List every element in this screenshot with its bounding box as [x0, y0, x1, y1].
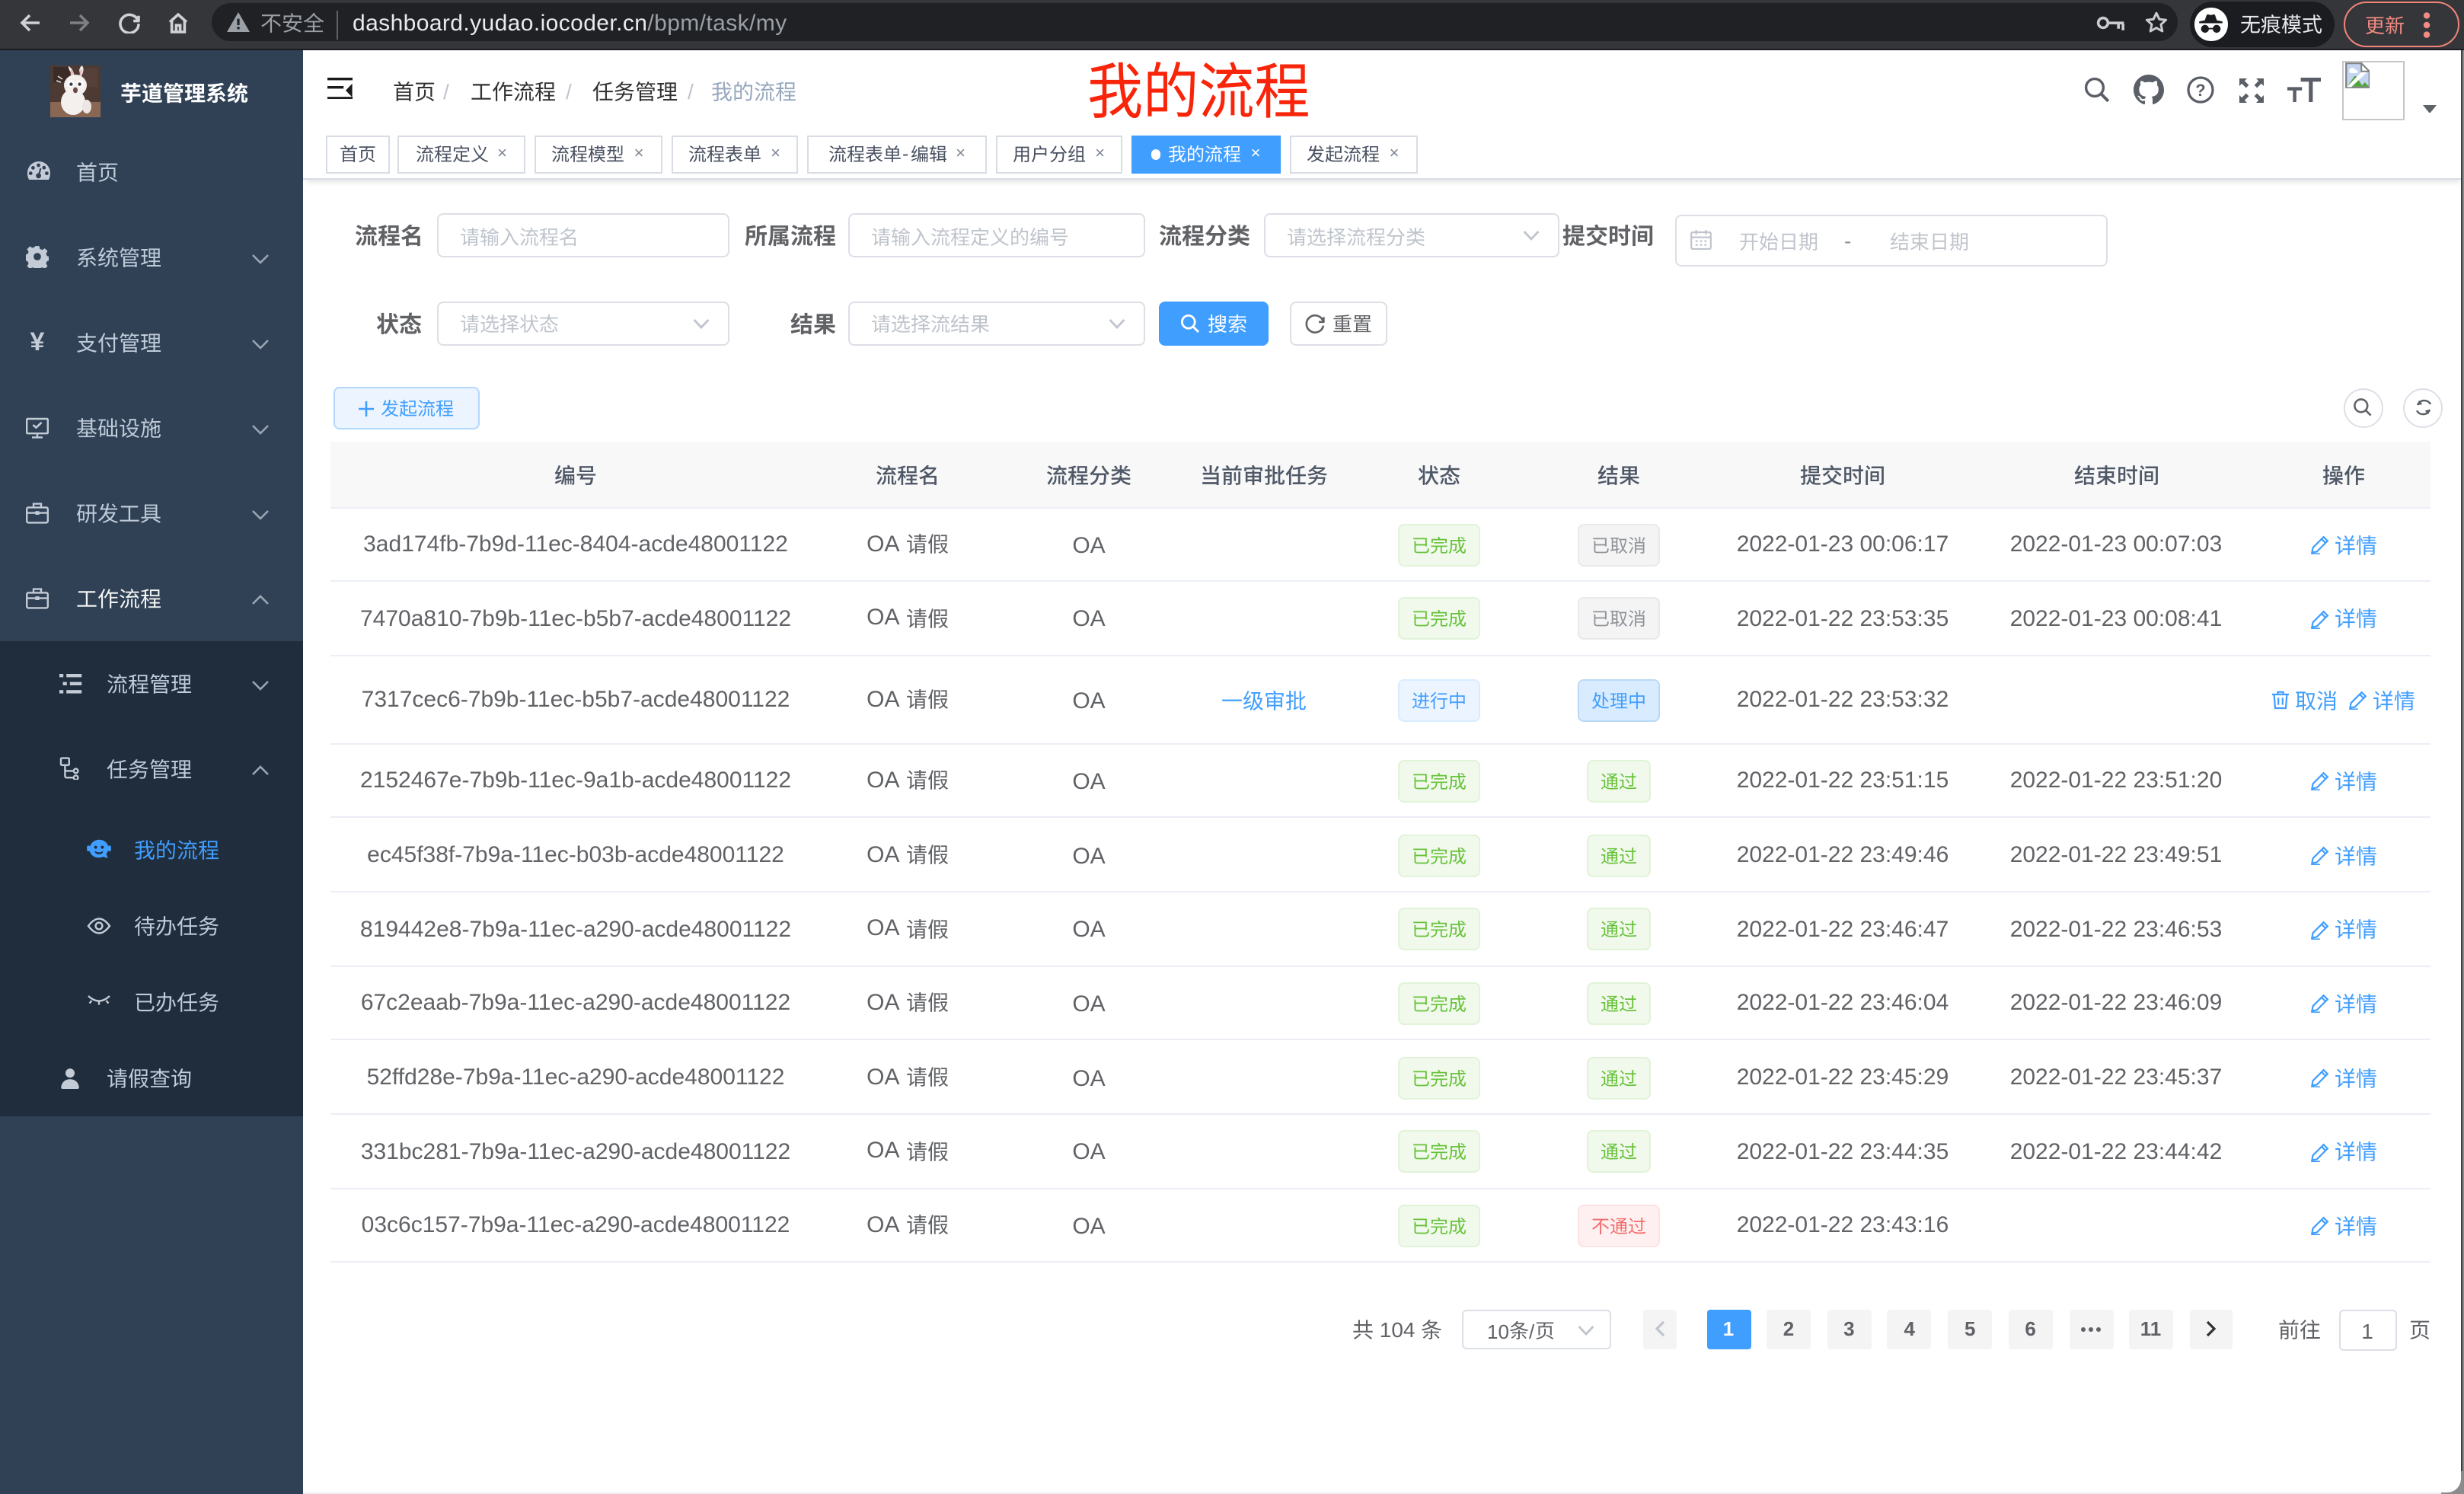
- svg-text:?: ?: [2195, 81, 2205, 100]
